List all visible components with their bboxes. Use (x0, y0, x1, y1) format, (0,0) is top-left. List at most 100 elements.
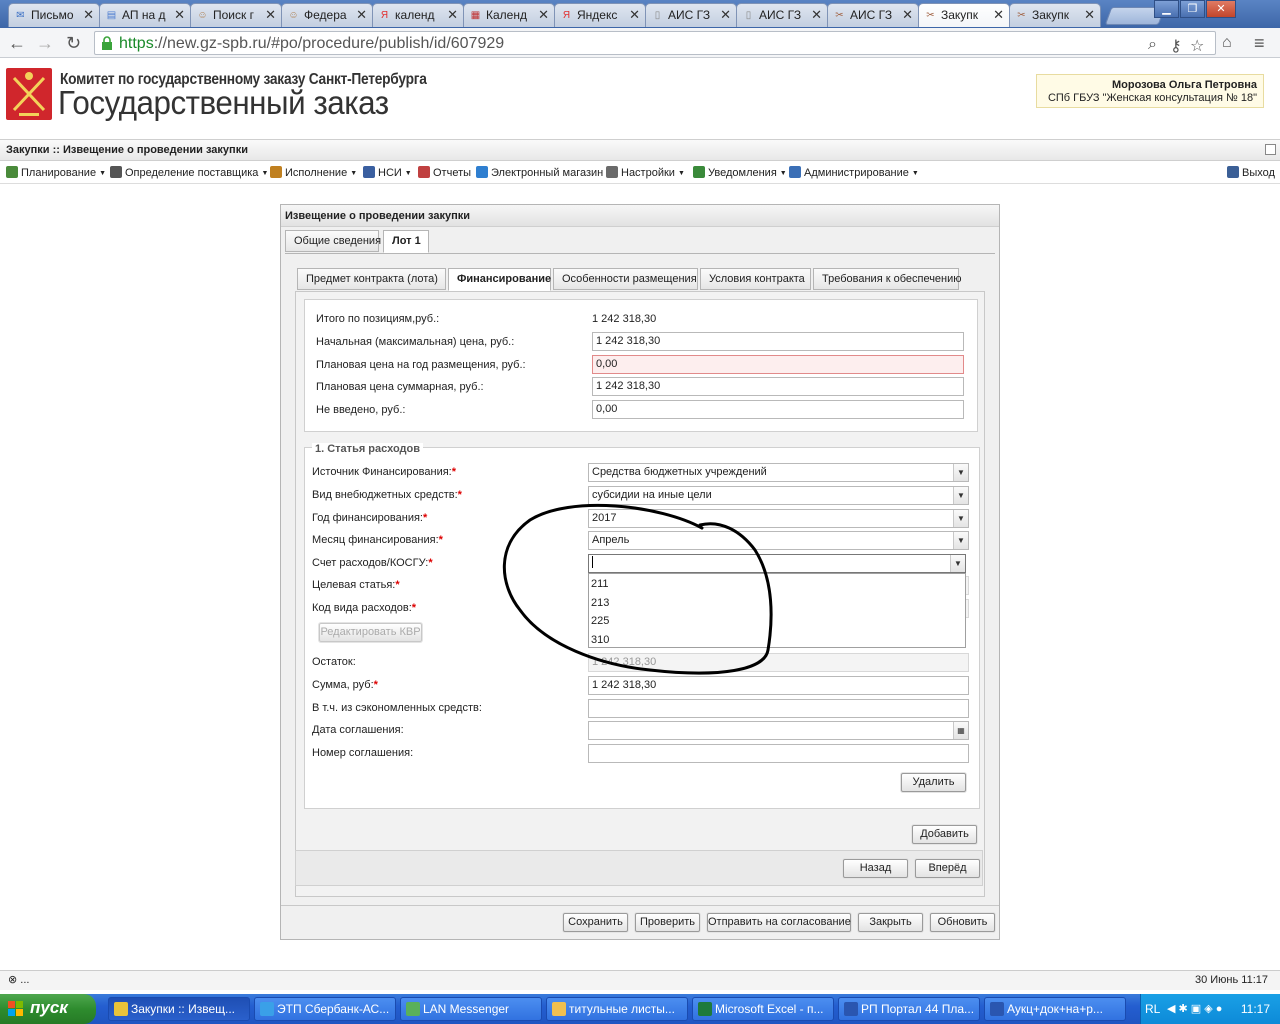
close-button[interactable]: Закрыть (858, 913, 923, 932)
close-icon[interactable]: ✕ (538, 4, 549, 26)
not-entered-input[interactable]: 0,00 (592, 400, 964, 419)
delete-button[interactable]: Удалить (901, 773, 966, 792)
language-indicator[interactable]: RL (1145, 994, 1160, 1024)
browser-tab[interactable]: ✂ Закупк ✕ (918, 3, 1010, 27)
chevron-down-icon[interactable]: ▼ (950, 555, 965, 572)
home-icon[interactable]: ⌂ (1222, 33, 1232, 53)
close-icon[interactable]: ✕ (447, 4, 458, 26)
tab-placement[interactable]: Особенности размещения (553, 268, 698, 290)
browser-tab[interactable]: Якаленд ✕ (372, 3, 464, 27)
number-input[interactable] (588, 744, 969, 763)
save-button[interactable]: Сохранить (563, 913, 628, 932)
tab-contract-terms[interactable]: Условия контракта (700, 268, 811, 290)
taskbar-item[interactable]: РП Портал 44 Пла... (838, 997, 980, 1021)
back-arrow-icon[interactable]: ← (8, 33, 26, 53)
close-icon[interactable]: ✕ (1084, 4, 1095, 26)
plan-year-input[interactable]: 0,00 (592, 355, 964, 374)
tab-subject[interactable]: Предмет контракта (лота) (297, 268, 446, 290)
chevron-down-icon[interactable]: ▼ (953, 487, 968, 504)
browser-tab[interactable]: ✉ Письмо ✕ (8, 3, 100, 27)
maximize-panel-button[interactable] (1265, 144, 1276, 155)
tab-lot-1[interactable]: Лот 1 (383, 230, 429, 253)
close-icon[interactable]: ✕ (629, 4, 640, 26)
close-icon[interactable]: ✕ (265, 4, 276, 26)
forward-arrow-icon[interactable]: → (36, 33, 54, 53)
taskbar-item[interactable]: титульные листы... (546, 997, 688, 1021)
menu-item-7[interactable]: Уведомления ▼ (693, 162, 787, 185)
menu-item-0[interactable]: Планирование ▼ (6, 162, 106, 185)
menu-item-2[interactable]: Исполнение ▼ (270, 162, 357, 185)
chevron-down-icon[interactable]: ▼ (953, 464, 968, 481)
wrench-icon (606, 166, 618, 178)
close-icon[interactable]: ✕ (174, 4, 185, 26)
taskbar-item-label: титульные листы... (569, 1002, 675, 1016)
menu-item-1[interactable]: Определение поставщика ▼ (110, 162, 268, 185)
yandex-icon: Я (380, 10, 389, 21)
restore-button[interactable]: ❐ (1180, 0, 1205, 18)
chevron-down-icon: ▼ (779, 170, 787, 177)
browser-tab[interactable]: Я Яндекс ✕ (554, 3, 646, 27)
window-close-button[interactable]: ✕ (1206, 0, 1236, 18)
chevron-down-icon[interactable]: ▼ (953, 532, 968, 549)
refresh-button[interactable]: Обновить (930, 913, 995, 932)
edit-kvr-button[interactable]: Редактировать КВР (319, 623, 422, 642)
browser-tab-strip: ✉ Письмо ✕ ▤ АП на д ✕ ☺ Поиск г ✕ ☺ Федера ✕ Якален… (0, 0, 1280, 28)
reload-icon[interactable]: ↻ (66, 33, 81, 53)
taskbar-item[interactable]: Закупки :: Извещ... (108, 997, 250, 1021)
send-approval-button[interactable]: Отправить на согласование (707, 913, 851, 932)
menu-item-8[interactable]: Администрирование ▼ (789, 162, 919, 185)
tab-general[interactable]: Общие сведения (285, 230, 381, 252)
taskbar-item[interactable]: Microsoft Excel - п... (692, 997, 834, 1021)
plan-year-label: Плановая цена на год размещения, руб.: (316, 359, 526, 371)
menu-icon[interactable]: ≡ (1254, 33, 1265, 53)
browser-tab[interactable]: ▤ АП на д ✕ (99, 3, 191, 27)
tab-security[interactable]: Требования к обеспечению (813, 268, 962, 290)
taskbar-item[interactable]: ЭТП Сбербанк-АС... (254, 997, 396, 1021)
star-icon[interactable]: ☆ (1190, 36, 1204, 56)
source-select[interactable]: Средства бюджетных учреждений ▼ (588, 463, 969, 482)
taskbar-item[interactable]: Аукц+док+на+р... (984, 997, 1126, 1021)
menu-item-5[interactable]: Электронный магазин (476, 162, 603, 184)
menu-item-4[interactable]: Отчеты (418, 162, 471, 184)
close-icon[interactable]: ✕ (720, 4, 731, 26)
menu-item-6[interactable]: Настройки ▼ (606, 162, 685, 185)
tab-financing[interactable]: Финансирование (448, 268, 551, 291)
logout-button[interactable]: Выход (1227, 162, 1275, 184)
plan-total-input[interactable]: 1 242 318,30 (592, 377, 964, 396)
chevron-down-icon: ▼ (677, 170, 685, 177)
kind-label: Вид внебюджетных средств:* (312, 489, 462, 501)
start-button[interactable]: пуск (0, 994, 96, 1024)
close-icon[interactable]: ✕ (83, 4, 94, 26)
taskbar-item[interactable]: LAN Messenger (400, 997, 542, 1021)
browser-tab[interactable]: ▯ АИС ГЗ ✕ (736, 3, 828, 27)
close-icon[interactable]: ✕ (811, 4, 822, 26)
browser-tab[interactable]: ▯ АИС ГЗ ✕ (645, 3, 737, 27)
browser-tab[interactable]: ✂ АИС ГЗ ✕ (827, 3, 919, 27)
calendar-icon[interactable]: ▦ (953, 722, 968, 739)
browser-toolbar: ← → ↻ https://new.gz-spb.ru/#po/procedur… (0, 28, 1280, 58)
nmc-input[interactable]: 1 242 318,30 (592, 332, 964, 351)
close-icon[interactable]: ✕ (902, 4, 913, 26)
browser-tab[interactable]: ✂ Закупк ✕ (1009, 3, 1101, 27)
address-bar[interactable]: https://new.gz-spb.ru/#po/procedure/publ… (94, 31, 1216, 55)
month-label: Месяц финансирования:* (312, 534, 443, 546)
browser-tab-title: Закупк (1032, 8, 1070, 22)
forward-button[interactable]: Вперёд (915, 859, 980, 878)
menu-item-3[interactable]: НСИ ▼ (363, 162, 412, 185)
date-input[interactable]: ▦ (588, 721, 969, 740)
saved-input[interactable] (588, 699, 969, 718)
browser-tab-title: АИС ГЗ (850, 8, 893, 22)
browser-tab[interactable]: ☺ Федера ✕ (281, 3, 373, 27)
close-icon[interactable]: ✕ (993, 4, 1004, 26)
browser-tab[interactable]: ☺ Поиск г ✕ (190, 3, 282, 27)
browser-tab[interactable]: ▦ Календ ✕ (463, 3, 555, 27)
back-button[interactable]: Назад (843, 859, 908, 878)
close-icon[interactable]: ✕ (356, 4, 367, 26)
chevron-down-icon: ▼ (99, 170, 107, 177)
key-icon[interactable]: ⚷ (1170, 36, 1182, 56)
chevron-down-icon[interactable]: ▼ (953, 510, 968, 527)
check-button[interactable]: Проверить (635, 913, 700, 932)
add-button[interactable]: Добавить (912, 825, 977, 844)
zoom-icon[interactable]: ⌕ (1148, 36, 1157, 54)
minimize-button[interactable]: ▁ (1154, 0, 1179, 18)
